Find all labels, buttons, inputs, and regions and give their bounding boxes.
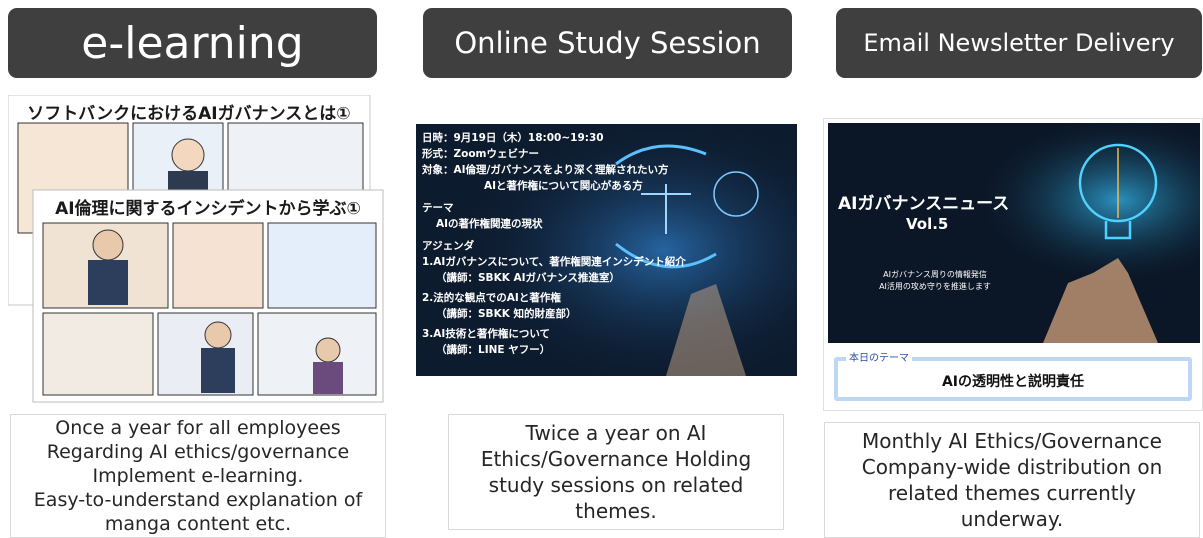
slide-line-agenda2-speaker: （講師：SBKK 知的財産部） <box>436 308 577 320</box>
slide-line-agenda3: 3.AI技術と著作権について <box>422 328 551 340</box>
manga-pages-graphic <box>8 95 384 403</box>
newsletter-sub2: AI活用の攻め守りを推進します <box>879 282 991 291</box>
header-newsletter-label: Email Newsletter Delivery <box>863 29 1175 57</box>
manga-bottom-title: AI倫理に関するインシデントから学ぶ① <box>55 199 361 219</box>
slide-text-block: 日時：9月19日（木）18:00~19:30 形式：Zoomウェビナー 対象：A… <box>422 130 792 358</box>
newsletter-heading: AIガバナンスニュース <box>838 194 1010 214</box>
header-elearning: e-learning <box>8 8 377 78</box>
newsletter-volume: Vol.5 <box>906 215 949 233</box>
newsletter-theme: AIの透明性と説明責任 <box>941 374 1085 390</box>
slide-line-theme: AIの著作権関連の現状 <box>436 218 543 230</box>
header-online-study: Online Study Session <box>423 8 792 78</box>
study-session-slide: 日時：9月19日（木）18:00~19:30 形式：Zoomウェビナー 対象：A… <box>416 124 797 376</box>
slide-line-theme-label: テーマ <box>422 202 454 214</box>
slide-line-format: 形式：Zoomウェビナー <box>422 148 539 160</box>
slide-line-date: 日時：9月19日（木）18:00~19:30 <box>422 132 604 144</box>
newsletter-theme-label: 本日のテーマ <box>846 349 912 364</box>
slide-line-target: 対象：AI倫理/ガバナンスをより深く理解されたい方 <box>422 164 669 176</box>
slide-line-agenda1: 1.AIガバナンスについて、著作権関連インシデント紹介 <box>422 256 686 268</box>
slide-line-agenda1-speaker: （講師：SBKK AIガバナンス推進室） <box>436 272 620 284</box>
newsletter-sub1: AIガバナンス周りの情報発信 <box>883 270 987 279</box>
slide-line-agenda-label: アジェンダ <box>422 240 475 252</box>
slide-line-agenda2: 2.法的な観点でのAIと著作権 <box>422 292 561 304</box>
newsletter-image: AIガバナンスニュース Vol.5 AIガバナンス周りの情報発信 AI活用の攻め… <box>823 118 1203 411</box>
header-newsletter: Email Newsletter Delivery <box>836 8 1202 78</box>
header-elearning-label: e-learning <box>81 17 304 69</box>
elearning-description-text: Once a year for all employees Regarding … <box>33 417 363 535</box>
lightbulb-brain-icon <box>828 123 1200 343</box>
newsletter-description: Monthly AI Ethics/Governance Company-wid… <box>824 422 1200 538</box>
study-session-description-text: Twice a year on AI Ethics/Governance Hol… <box>480 421 752 523</box>
elearning-manga-image: ソフトバンクにおけるAIガバナンスとは① AI倫理に関するインシデントから学ぶ① <box>8 95 390 403</box>
slide-line-target2: AIと著作権について関心がある方 <box>484 180 643 192</box>
newsletter-banner: AIガバナンスニュース Vol.5 AIガバナンス周りの情報発信 AI活用の攻め… <box>828 123 1200 343</box>
newsletter-description-text: Monthly AI Ethics/Governance Company-wid… <box>861 429 1163 531</box>
manga-top-title: ソフトバンクにおけるAIガバナンスとは① <box>27 104 351 124</box>
header-online-study-label: Online Study Session <box>454 26 761 60</box>
slide-line-agenda3-speaker: （講師：LINE ヤフー） <box>436 344 551 356</box>
study-session-description: Twice a year on AI Ethics/Governance Hol… <box>448 414 784 530</box>
newsletter-theme-box: 本日のテーマ AIの透明性と説明責任 <box>834 349 1192 401</box>
elearning-description: Once a year for all employees Regarding … <box>10 414 386 538</box>
